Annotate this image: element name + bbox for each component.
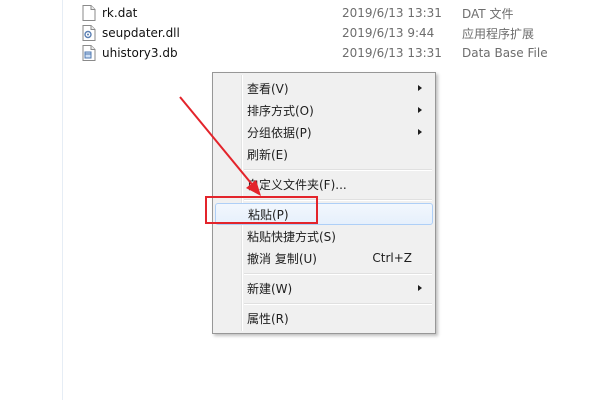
arrow-head-icon (246, 180, 261, 196)
annotation-arrow (179, 96, 261, 196)
